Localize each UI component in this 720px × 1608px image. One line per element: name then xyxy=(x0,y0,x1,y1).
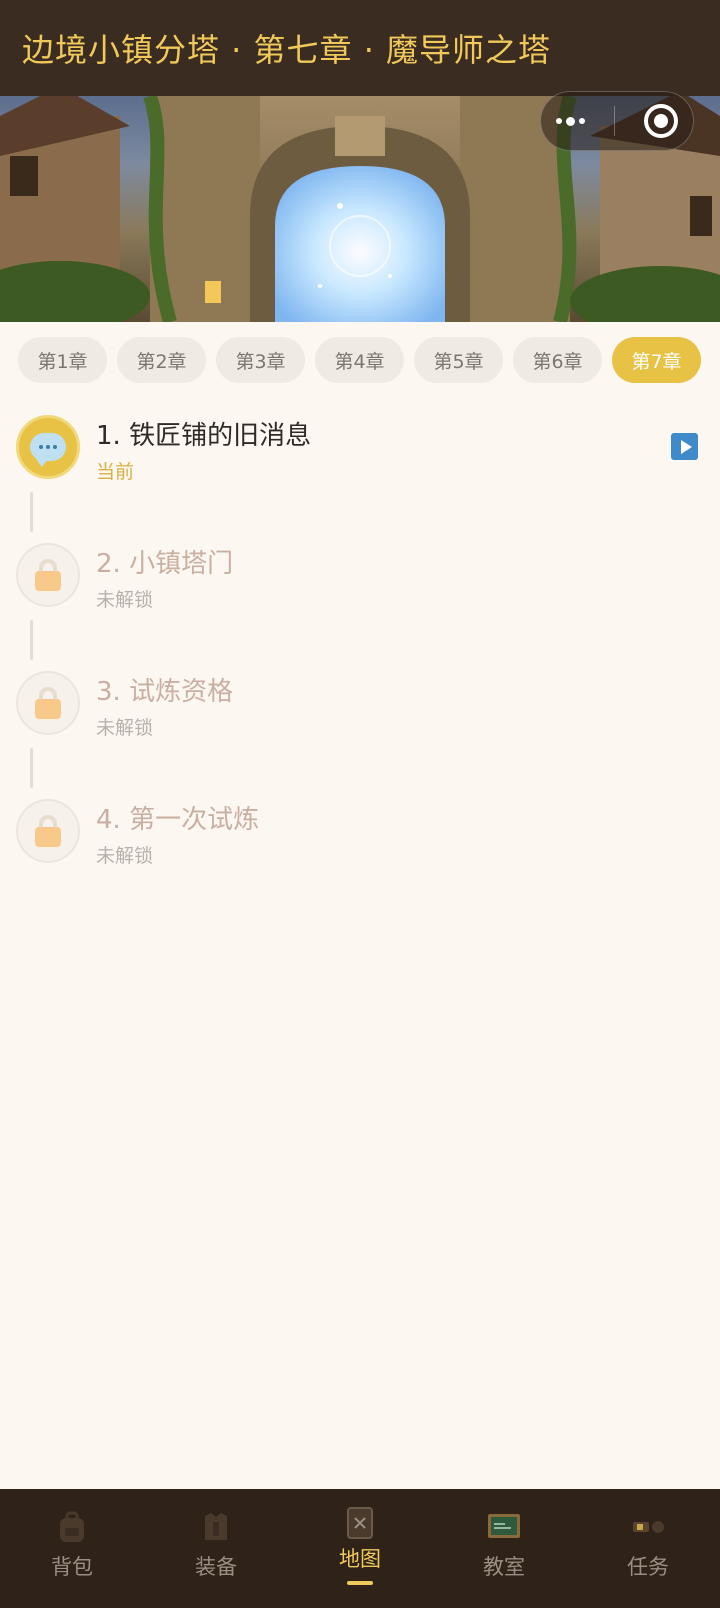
level-connector xyxy=(30,620,33,660)
chat-bubble-icon xyxy=(30,433,66,467)
tab-chapter-3[interactable]: 第3章 xyxy=(216,337,305,383)
tab-chapter-1[interactable]: 第1章 xyxy=(18,337,107,383)
nav-item-map[interactable]: 地图 xyxy=(288,1489,432,1608)
top-header: 边境小镇分塔 · 第七章 · 魔导师之塔 xyxy=(0,0,720,96)
lock-icon xyxy=(34,687,62,719)
level-status: 当前 xyxy=(96,461,135,483)
level-item-4[interactable]: 4. 第一次试炼 未解锁 xyxy=(0,794,720,867)
nav-label: 背包 xyxy=(51,1555,93,1579)
level-icon-locked xyxy=(16,671,80,735)
level-item-3[interactable]: 3. 试炼资格 未解锁 xyxy=(0,666,720,739)
lock-icon xyxy=(34,815,62,847)
level-icon-locked xyxy=(16,543,80,607)
level-title: 2. 小镇塔门 xyxy=(96,549,234,579)
nav-item-classroom[interactable]: 教室 xyxy=(432,1489,576,1608)
level-icon-locked xyxy=(16,799,80,863)
nav-item-backpack[interactable]: 背包 xyxy=(0,1489,144,1608)
nav-label: 地图 xyxy=(339,1547,381,1571)
target-icon[interactable] xyxy=(644,104,679,138)
nav-label: 任务 xyxy=(627,1555,669,1579)
level-title: 1. 铁匠铺的旧消息 xyxy=(96,421,312,451)
miniprogram-capsule xyxy=(540,91,694,151)
capsule-divider xyxy=(613,106,615,136)
nav-item-tasks[interactable]: 任务 xyxy=(576,1489,720,1608)
map-icon xyxy=(342,1505,378,1541)
bottom-nav: 背包 装备 地图 教室 任务 xyxy=(0,1489,720,1608)
armor-icon xyxy=(198,1509,234,1545)
more-dots-icon[interactable] xyxy=(555,116,585,126)
page-title: 边境小镇分塔 · 第七章 · 魔导师之塔 xyxy=(22,31,552,69)
nav-label: 教室 xyxy=(483,1555,525,1579)
tab-chapter-7[interactable]: 第7章 xyxy=(612,337,701,383)
level-icon-current xyxy=(16,415,80,479)
tab-chapter-4[interactable]: 第4章 xyxy=(315,337,404,383)
level-connector xyxy=(30,748,33,788)
active-tab-indicator xyxy=(347,1581,373,1585)
level-status: 未解锁 xyxy=(96,717,154,739)
chapter-tabs: 第1章 第2章 第3章 第4章 第5章 第6章 第7章 xyxy=(18,337,708,383)
level-status: 未解锁 xyxy=(96,845,154,867)
blackboard-icon xyxy=(486,1509,522,1545)
level-item-1[interactable]: 1. 铁匠铺的旧消息 当前 xyxy=(0,410,720,483)
nav-label: 装备 xyxy=(195,1555,237,1579)
level-connector xyxy=(30,492,33,532)
tab-chapter-5[interactable]: 第5章 xyxy=(414,337,503,383)
level-status: 未解锁 xyxy=(96,589,154,611)
nav-item-equipment[interactable]: 装备 xyxy=(144,1489,288,1608)
level-item-2[interactable]: 2. 小镇塔门 未解锁 xyxy=(0,538,720,611)
play-icon[interactable] xyxy=(671,433,698,460)
level-title: 3. 试炼资格 xyxy=(96,677,234,707)
tab-chapter-6[interactable]: 第6章 xyxy=(513,337,602,383)
level-title: 4. 第一次试炼 xyxy=(96,805,260,835)
lock-icon xyxy=(34,559,62,591)
tab-chapter-2[interactable]: 第2章 xyxy=(117,337,206,383)
scroll-icon xyxy=(630,1509,666,1545)
backpack-icon xyxy=(54,1509,90,1545)
